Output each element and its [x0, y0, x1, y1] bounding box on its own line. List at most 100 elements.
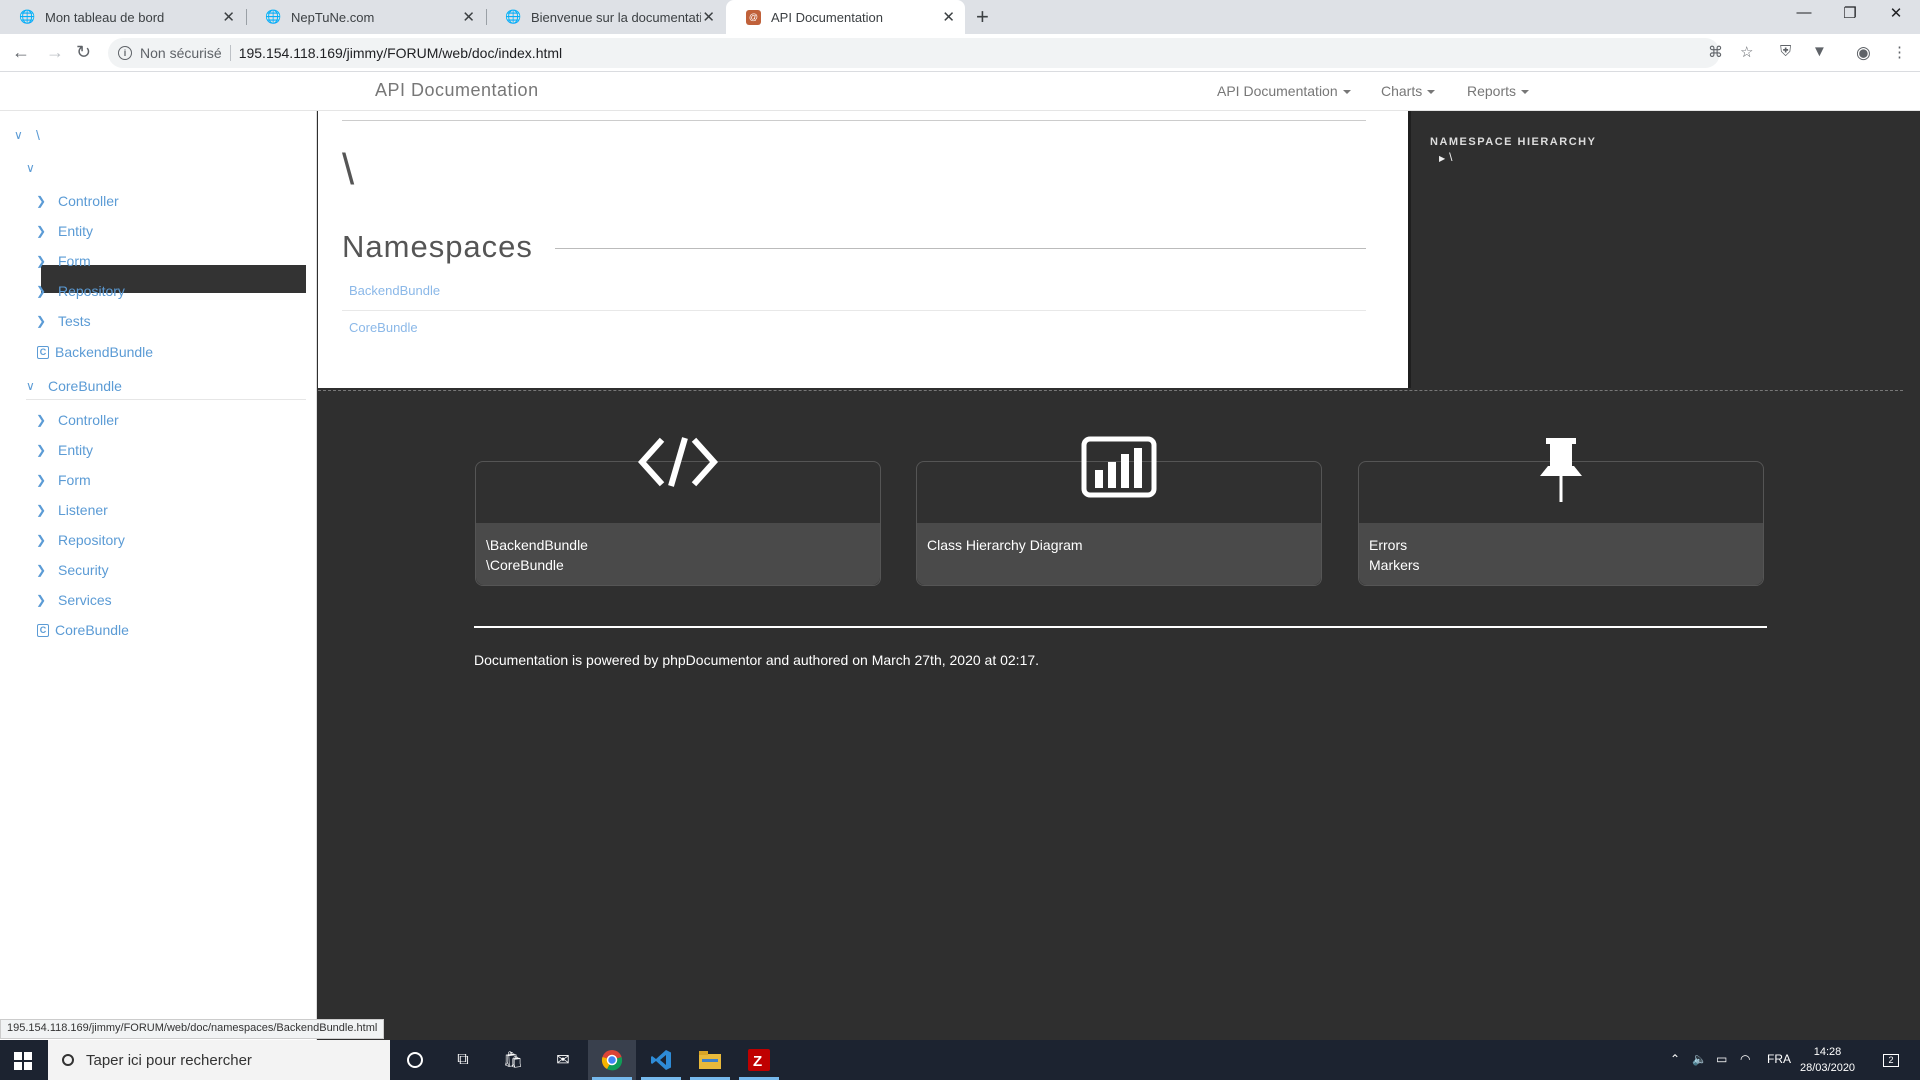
list-separator: [342, 310, 1366, 311]
top-navbar: API Documentation API Documentation Char…: [0, 72, 1920, 111]
tree-label: Controller: [58, 193, 119, 209]
tree-root[interactable]: ∨ \: [14, 127, 40, 143]
tree-item-backend-tests[interactable]: ❯ Tests: [36, 313, 91, 329]
store-icon[interactable]: 🛍: [500, 1048, 526, 1072]
tree-item-core-services[interactable]: ❯ Services: [36, 592, 112, 608]
tree-item-core-class[interactable]: C CoreBundle: [37, 622, 129, 638]
card-footer: Class Hierarchy Diagram: [917, 523, 1321, 585]
tree-label: Form: [58, 472, 91, 488]
notification-center-icon[interactable]: 2: [1878, 1048, 1904, 1072]
tree-item-core-listener[interactable]: ❯ Listener: [36, 502, 108, 518]
namespace-hierarchy-panel: NAMESPACE HIERARCHY ▶ \: [1408, 111, 1920, 388]
browser-tab-1[interactable]: 🌐 Mon tableau de bord ✕: [0, 0, 245, 34]
brand-title[interactable]: API Documentation: [375, 80, 539, 101]
close-tab-icon[interactable]: ✕: [942, 8, 955, 26]
divider: [342, 120, 1366, 121]
tree-item-core-repository[interactable]: ❯ Repository: [36, 532, 125, 548]
card-reports[interactable]: Errors Markers: [1358, 438, 1764, 586]
hierarchy-item-root[interactable]: ▶ \: [1439, 150, 1453, 164]
card-charts[interactable]: Class Hierarchy Diagram: [916, 436, 1322, 586]
battery-icon[interactable]: ▭: [1716, 1052, 1727, 1066]
card-line[interactable]: \CoreBundle: [486, 555, 870, 575]
close-window-icon[interactable]: ✕: [1873, 4, 1919, 22]
cortana-icon[interactable]: [402, 1048, 428, 1072]
chevron-down-icon: ∨: [26, 379, 35, 393]
menu-api-documentation[interactable]: API Documentation: [1217, 83, 1351, 99]
caret-down-icon: [1427, 90, 1436, 95]
wifi-icon[interactable]: ◠: [1740, 1052, 1750, 1066]
mail-icon[interactable]: ✉: [550, 1048, 576, 1072]
forward-arrow-icon[interactable]: →: [46, 42, 64, 63]
browser-tab-2[interactable]: 🌐 NepTuNe.com ✕: [246, 0, 485, 34]
card-line[interactable]: Markers: [1369, 555, 1753, 575]
tree-item-backend-class[interactable]: C BackendBundle: [37, 344, 153, 360]
tree-label: BackendBundle: [55, 344, 154, 360]
url-text[interactable]: 195.154.118.169/jimmy/FORUM/web/doc/inde…: [239, 45, 562, 61]
extension-icon[interactable]: ⛨: [1780, 43, 1791, 60]
chevron-down-icon: ∨: [14, 128, 23, 142]
tree-item-backend-repository[interactable]: ❯ Repository: [36, 283, 125, 299]
tree-item-core-security[interactable]: ❯ Security: [36, 562, 109, 578]
chevron-right-icon: ❯: [36, 443, 47, 457]
taskbar-search[interactable]: Taper ici pour rechercher: [48, 1040, 390, 1080]
tree-item-backendbundle[interactable]: ∨ BackendBundle: [26, 160, 146, 176]
menu-dots-icon[interactable]: ⋮: [1892, 43, 1907, 61]
tray-chevron-up-icon[interactable]: ⌃: [1670, 1052, 1680, 1066]
browser-tab-4-active[interactable]: @ API Documentation ✕: [726, 0, 965, 34]
tree-label: CoreBundle: [48, 378, 122, 394]
windows-taskbar: Taper ici pour rechercher ⧉ 🛍 ✉ Z ⌃ 🔈 ▭ …: [0, 1040, 1920, 1080]
account-icon[interactable]: ◉: [1856, 43, 1871, 63]
info-icon[interactable]: i: [118, 46, 132, 60]
namespace-link-corebundle[interactable]: CoreBundle: [349, 320, 418, 335]
tree-item-corebundle[interactable]: ∨ CoreBundle: [26, 378, 122, 394]
svg-text:Z: Z: [753, 1053, 762, 1070]
tree-label: Tests: [58, 313, 91, 329]
tree-item-backend-entity[interactable]: ❯ Entity: [36, 223, 93, 239]
menu-reports[interactable]: Reports: [1467, 83, 1530, 99]
menu-label: Reports: [1467, 83, 1517, 99]
tree-item-backend-form[interactable]: ❯ Form: [36, 253, 91, 269]
card-line[interactable]: \BackendBundle: [486, 535, 870, 555]
new-tab-icon[interactable]: +: [976, 4, 989, 30]
reload-icon[interactable]: ↻: [76, 42, 91, 63]
tree-item-core-entity[interactable]: ❯ Entity: [36, 442, 93, 458]
volume-icon[interactable]: 🔈: [1692, 1052, 1707, 1066]
card-line[interactable]: Class Hierarchy Diagram: [927, 535, 1311, 555]
card-namespaces[interactable]: \BackendBundle \CoreBundle: [475, 437, 881, 586]
file-explorer-icon[interactable]: [697, 1048, 723, 1072]
windows-start-icon[interactable]: [14, 1052, 32, 1075]
tree-label: Entity: [58, 442, 94, 458]
clock-time: 14:28: [1813, 1046, 1842, 1058]
card-line[interactable]: Errors: [1369, 535, 1753, 555]
close-tab-icon[interactable]: ✕: [222, 8, 235, 26]
vscode-icon[interactable]: [648, 1048, 674, 1072]
close-tab-icon[interactable]: ✕: [702, 8, 715, 26]
star-icon[interactable]: ☆: [1740, 43, 1753, 61]
caret-down-icon: [1521, 90, 1530, 95]
heading-rule: [555, 248, 1366, 249]
restore-icon[interactable]: ❐: [1827, 4, 1873, 22]
close-tab-icon[interactable]: ✕: [462, 8, 475, 26]
translate-icon[interactable]: ⌘: [1708, 43, 1723, 61]
caret-down-icon: [1342, 90, 1351, 95]
back-arrow-icon[interactable]: ←: [12, 42, 30, 63]
tab-title: Mon tableau de bord: [45, 9, 165, 25]
taskbar-clock[interactable]: 14:28 28/03/2020: [1800, 1044, 1855, 1076]
page-title: \: [342, 145, 355, 194]
address-bar[interactable]: i Non sécurisé 195.154.118.169/jimmy/FOR…: [108, 38, 1720, 68]
language-indicator[interactable]: FRA: [1767, 1052, 1791, 1066]
tree-item-core-controller[interactable]: ❯ Controller: [36, 412, 119, 428]
browser-tab-3[interactable]: 🌐 Bienvenue sur la documentation ✕: [486, 0, 725, 34]
chevron-right-icon: ❯: [36, 533, 47, 547]
filezilla-icon[interactable]: Z: [746, 1048, 772, 1072]
namespace-link-backendbundle[interactable]: BackendBundle: [349, 283, 440, 298]
code-icon: [637, 432, 719, 497]
chrome-icon[interactable]: [599, 1048, 625, 1072]
task-view-icon[interactable]: ⧉: [450, 1048, 476, 1072]
vuejs-extension-icon[interactable]: ▼: [1812, 43, 1827, 60]
namespace-sidebar: ∨ \ ∨ BackendBundle ❯ Controller ❯ Entity …: [0, 111, 317, 1040]
minimize-icon[interactable]: —: [1781, 4, 1827, 21]
tree-item-core-form[interactable]: ❯ Form: [36, 472, 91, 488]
tree-item-backend-controller[interactable]: ❯ Controller: [36, 193, 119, 209]
menu-charts[interactable]: Charts: [1381, 83, 1436, 99]
